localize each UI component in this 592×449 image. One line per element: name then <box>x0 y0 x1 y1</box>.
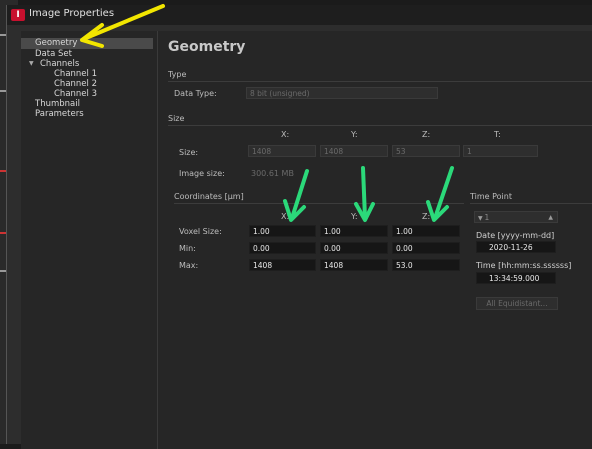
green-arrow-x-icon <box>283 169 309 222</box>
yellow-arrow-icon <box>80 4 165 48</box>
green-arrow-y-icon <box>354 166 375 222</box>
annotation-arrows <box>80 4 454 222</box>
green-arrow-z-icon <box>426 166 454 222</box>
